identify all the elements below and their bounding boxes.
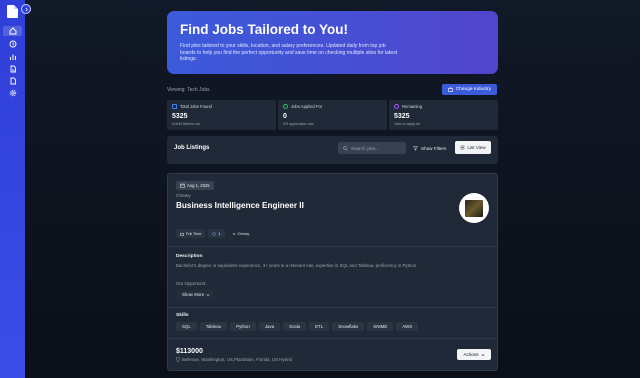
show-filters-button[interactable]: Show Filters [413,142,446,154]
briefcase-icon [447,87,453,92]
chevron-down-icon [481,353,484,356]
show-more-button[interactable]: Show More [178,290,215,299]
stat-sub: Jobs to apply for [394,122,421,126]
skill-chip: Python [230,322,256,331]
job-card[interactable]: Aug 1, 2025 Chewy Business Intelligence … [167,173,498,371]
stat-value: 5325 [394,113,410,120]
job-listings-toolbar: Job Listings Show Filters List View [167,136,498,164]
job-location: Bellevue, Washington, US,Plantation, Flo… [176,357,292,362]
clock-icon [9,40,16,48]
search-icon [343,145,348,151]
skill-chip: SQL [176,322,197,331]
date-posted: Aug 1, 2025 [187,183,210,188]
main-content: Find Jobs Tailored to You! Find jobs tai… [167,0,498,378]
show-more-label: Show More [182,292,205,297]
skill-chip: KNIME [367,322,394,331]
stats-row: Total Jobs Found 5325 #1644 filtered out… [167,100,498,130]
stat-jobs-applied: Jobs Applied For 0 0% application rate [278,100,387,130]
list-icon [460,145,465,150]
stat-value: 0 [283,113,287,120]
job-description: Bachelor's degree or equivalent experien… [176,263,418,268]
stat-label: Total Jobs Found [180,104,212,109]
divider [168,307,497,308]
sidebar-item-files[interactable] [3,76,22,86]
stat-label: Jobs Applied For [291,104,323,109]
users-icon [212,231,217,236]
description-heading: Description [176,254,203,259]
location-text: Bellevue, Washington, US,Plantation, Flo… [182,357,292,362]
chevron-right-icon [25,7,28,11]
stat-remaining: Remaining 5325 Jobs to apply for [389,100,498,130]
skill-chip: Scala [283,322,307,331]
divider [168,246,497,247]
skill-chip: ETL [309,322,330,331]
salary: $113000 [176,348,203,355]
actions-label: Actions [463,352,479,357]
company-name: Chewy [176,194,191,199]
document-logo-icon [7,5,18,18]
sidebar [0,0,25,378]
change-industry-button[interactable]: Change Industry [441,84,497,95]
tag-label: Chewy [237,231,250,236]
file-icon [10,77,16,85]
link-icon [232,232,235,235]
sidebar-item-documents[interactable] [3,64,22,74]
filter-icon [413,145,418,151]
tag-label: 1 [218,231,221,236]
change-industry-label: Change Industry [455,87,491,92]
document-icon [10,65,16,73]
hero-description: Find jobs tailored to your skills, locat… [180,43,398,63]
skills-list: SQL Tableau Python Java Scala ETL Snowfl… [176,322,419,331]
list-view-label: List View [467,145,486,150]
sidebar-item-settings[interactable] [3,88,22,98]
actions-button[interactable]: Actions [457,349,491,360]
briefcase-icon [180,232,184,236]
company-logo [459,193,489,223]
gear-icon [9,89,16,97]
job-listings-title: Job Listings [174,145,210,151]
company-logo-image [465,199,483,217]
sidebar-toggle-button[interactable] [21,4,31,14]
show-filters-label: Show Filters [421,145,447,151]
bar-chart-icon [9,54,16,60]
skills-heading: Skills [176,313,189,318]
skill-chip: Tableau [199,322,228,331]
stat-label: Remaining [402,104,423,109]
job-tags: Full Time 1 Chewy [176,229,253,238]
home-icon [9,27,16,35]
date-posted-badge: Aug 1, 2025 [176,181,214,190]
stat-sub: 0% application rate [283,122,314,126]
check-circle-icon [283,104,288,109]
tag-label: Full Time [186,231,202,236]
hero-title: Find Jobs Tailored to You! [180,22,348,37]
sidebar-item-analytics[interactable] [3,52,22,62]
briefcase-icon [172,104,177,109]
stat-value: 5325 [172,113,188,120]
tag-applicants: 1 [208,229,225,238]
tag-company-link[interactable]: Chewy [228,229,254,238]
sidebar-item-home[interactable] [3,26,22,36]
skill-chip: Snowflake [332,322,365,331]
job-description-more: Our Opportunit... [176,280,209,286]
hero-banner: Find Jobs Tailored to You! Find jobs tai… [167,11,498,74]
stat-sub: #1644 filtered out [172,122,200,126]
map-pin-icon [176,357,180,362]
skill-chip: AWS [396,322,419,331]
industry-row: Viewing: Tech Jobs Change Industry [167,84,498,96]
skill-chip: Java [258,322,281,331]
chevron-down-icon [206,293,210,296]
stat-total-jobs: Total Jobs Found 5325 #1644 filtered out [167,100,276,130]
tag-job-type: Full Time [176,229,206,238]
search-box [338,142,406,154]
viewing-industry-label: Viewing: Tech Jobs [167,87,210,93]
calendar-icon [180,183,185,188]
clock-icon [394,104,399,109]
sidebar-item-history[interactable] [3,39,22,49]
search-input[interactable] [351,145,406,151]
list-view-button[interactable]: List View [455,141,491,154]
divider [168,338,497,339]
job-title[interactable]: Business Intelligence Engineer II [176,201,304,210]
